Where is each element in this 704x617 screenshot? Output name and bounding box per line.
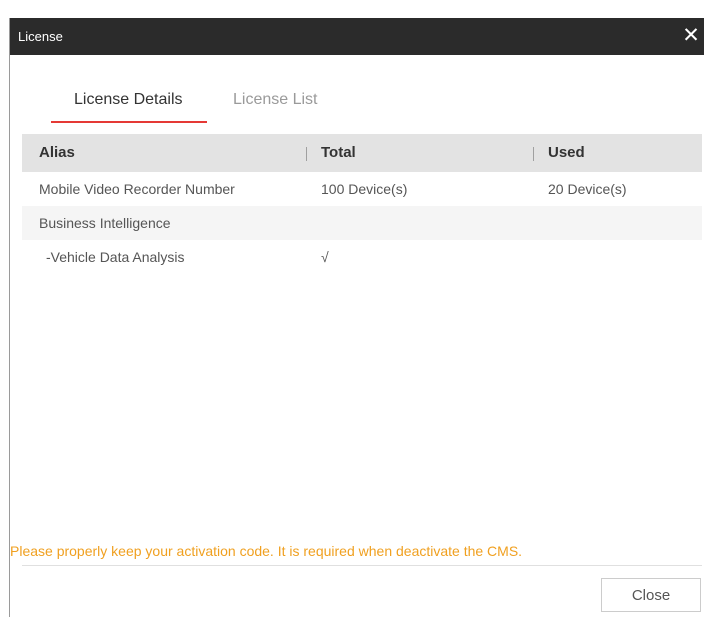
cell-total: 100 Device(s) xyxy=(321,181,408,197)
activation-code-notice: Please properly keep your activation cod… xyxy=(10,543,523,559)
column-header-used: Used xyxy=(533,134,585,172)
cell-used: 20 Device(s) xyxy=(548,181,627,197)
dialog-titlebar: License ✕ xyxy=(10,18,704,55)
footer-divider xyxy=(22,565,702,566)
tab-license-details-label: License Details xyxy=(74,91,183,108)
active-tab-indicator xyxy=(51,121,207,123)
column-header-total: Total xyxy=(306,134,356,172)
table-row: -Vehicle Data Analysis √ xyxy=(22,240,702,274)
dialog-title: License xyxy=(18,29,63,44)
column-header-alias: Alias xyxy=(39,144,75,161)
close-icon[interactable]: ✕ xyxy=(680,24,702,48)
cell-alias: Business Intelligence xyxy=(39,215,171,231)
tab-license-list-label: License List xyxy=(233,91,318,108)
close-button[interactable]: Close xyxy=(601,578,701,612)
tab-license-details[interactable]: License Details xyxy=(51,81,207,123)
cell-alias: Mobile Video Recorder Number xyxy=(39,181,235,197)
license-dialog: License ✕ License Details License List A… xyxy=(9,18,704,617)
table-row: Business Intelligence xyxy=(22,206,702,240)
table-row: Mobile Video Recorder Number 100 Device(… xyxy=(22,172,702,206)
table-header: Alias Total Used xyxy=(22,134,702,172)
cell-total: √ xyxy=(321,249,329,265)
cell-alias: -Vehicle Data Analysis xyxy=(46,249,185,265)
